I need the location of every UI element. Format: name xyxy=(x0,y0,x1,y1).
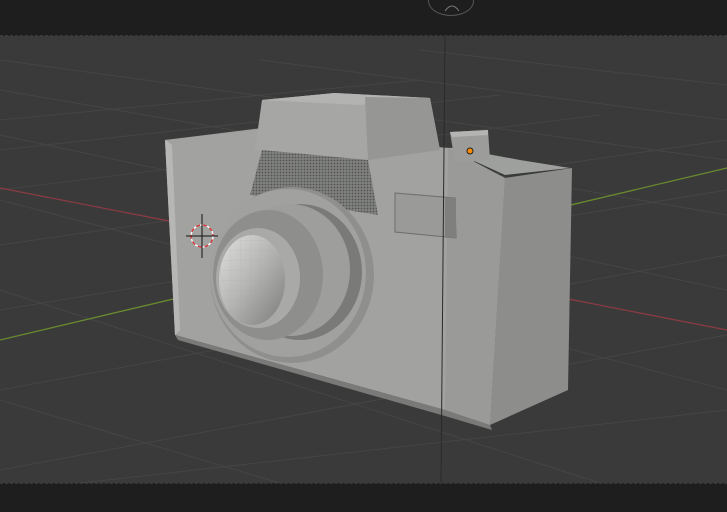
viewport-header xyxy=(0,0,727,36)
3d-viewport[interactable] xyxy=(0,36,727,483)
selection-dot xyxy=(466,147,474,155)
navigation-gizmo-handle[interactable] xyxy=(428,0,474,16)
camera-model[interactable] xyxy=(165,93,572,430)
viewport-canvas[interactable] xyxy=(0,36,727,483)
viewport-footer xyxy=(0,483,727,512)
blender-3d-viewport-window xyxy=(0,0,727,512)
gizmo-icon xyxy=(444,5,460,12)
